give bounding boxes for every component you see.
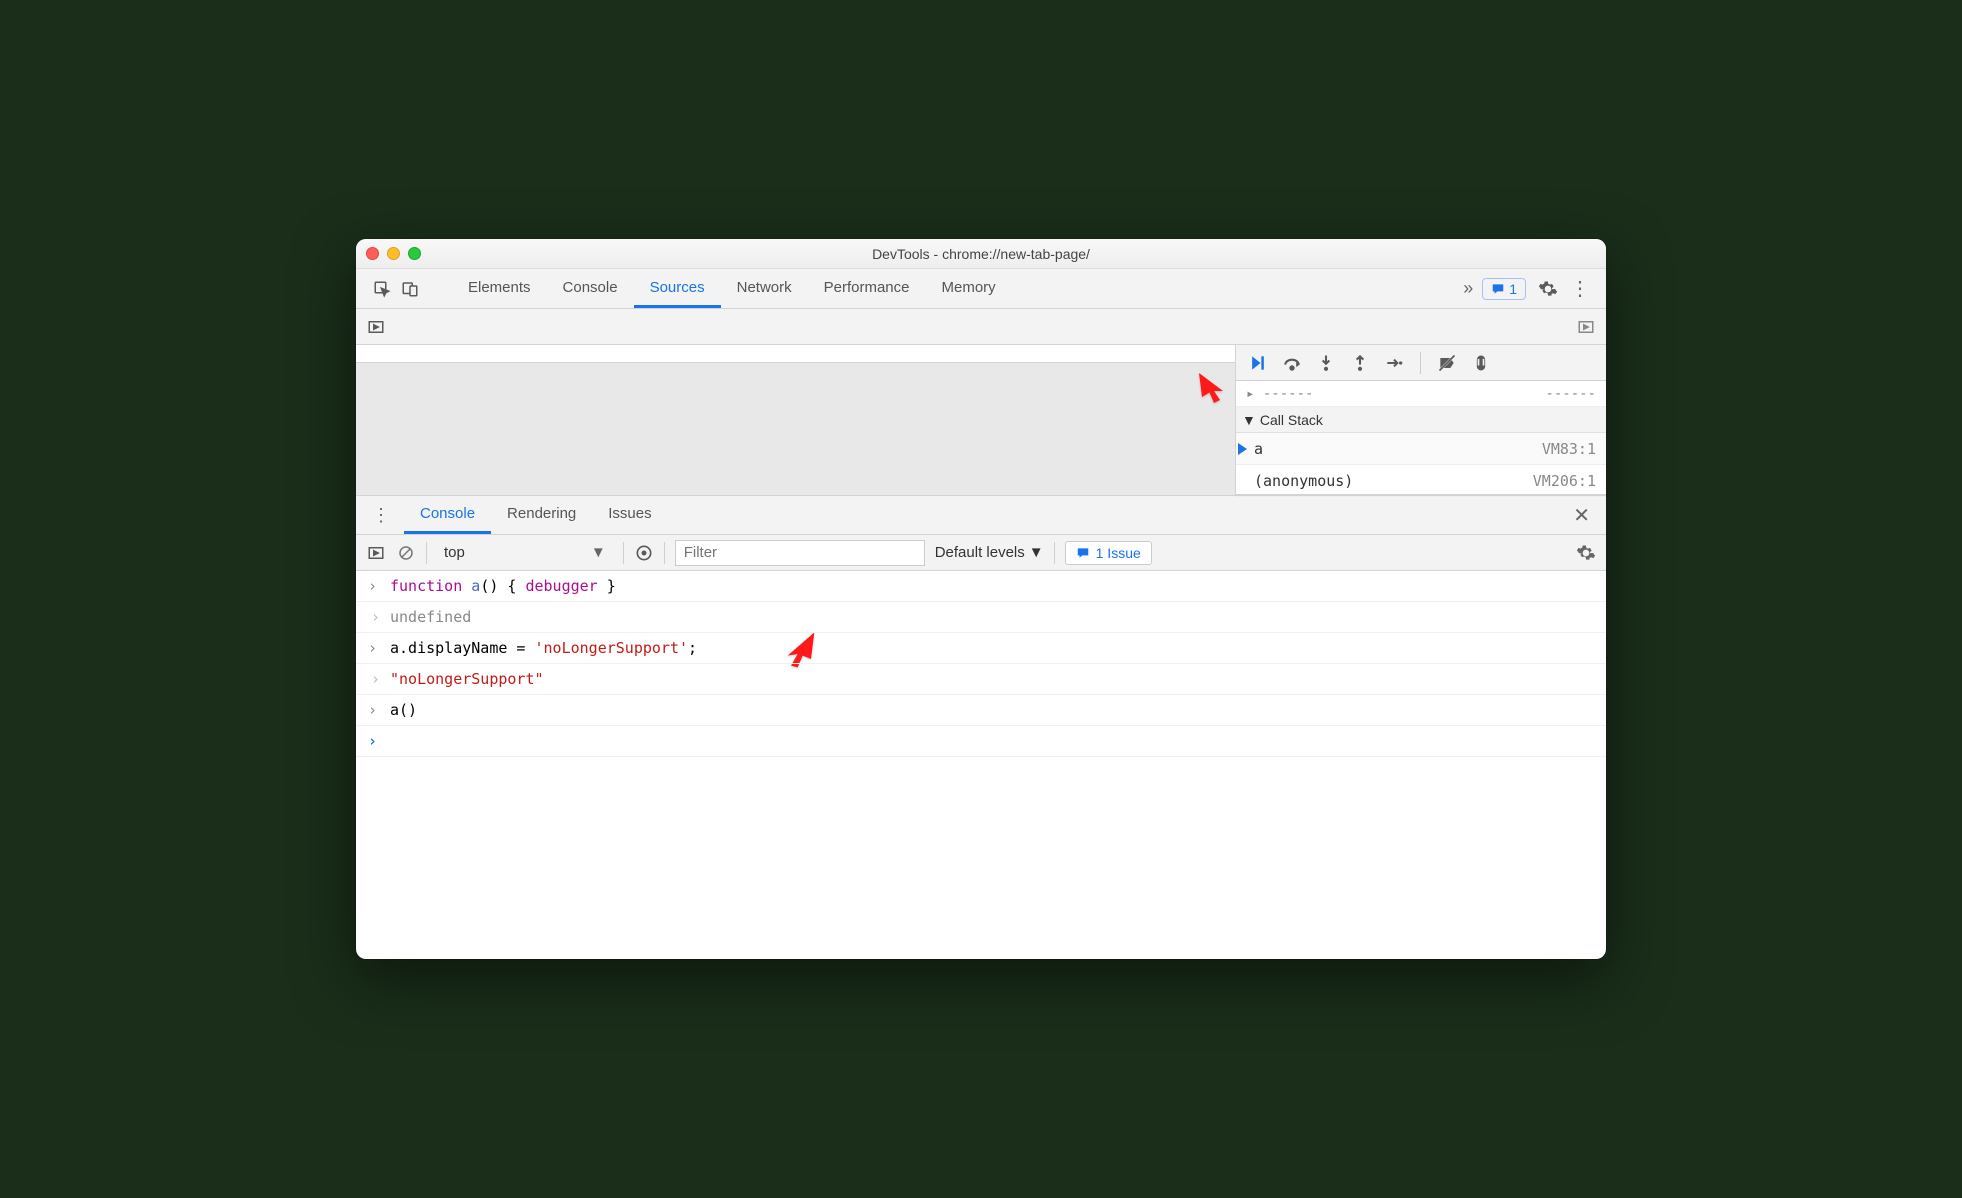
console-line-output: ‹undefined: [356, 602, 1606, 633]
device-toggle-icon[interactable]: [400, 279, 420, 299]
drawer-tab-issues[interactable]: Issues: [592, 496, 667, 534]
log-levels-selector[interactable]: Default levels ▼: [935, 544, 1044, 561]
tab-performance[interactable]: Performance: [808, 269, 926, 308]
live-expression-icon[interactable]: [634, 543, 654, 563]
console-line-input: ›a.displayName = 'noLongerSupport';: [356, 633, 1606, 664]
pause-exceptions-icon[interactable]: [1471, 353, 1491, 373]
kebab-menu-icon[interactable]: ⋮: [1570, 279, 1590, 299]
call-stack-header[interactable]: ▼ Call Stack: [1236, 407, 1606, 433]
console-line-output: ‹"noLongerSupport": [356, 664, 1606, 695]
context-label: top: [444, 544, 465, 561]
drawer-menu-icon[interactable]: ⋮: [362, 505, 400, 526]
deactivate-breakpoints-icon[interactable]: [1437, 353, 1457, 373]
debugger-pane: ▸ ------------ ▼ Call Stack aVM83:1(anon…: [1236, 345, 1606, 495]
step-into-icon[interactable]: [1316, 353, 1336, 373]
step-out-icon[interactable]: [1350, 353, 1370, 373]
main-tabbar: ElementsConsoleSourcesNetworkPerformance…: [356, 269, 1606, 309]
tab-network[interactable]: Network: [721, 269, 808, 308]
console-line-prompt[interactable]: ›: [356, 726, 1606, 757]
tab-sources[interactable]: Sources: [634, 269, 721, 308]
more-tabs-icon[interactable]: »: [1458, 279, 1478, 299]
context-selector[interactable]: top ▼: [437, 540, 613, 565]
inspect-element-icon[interactable]: [372, 279, 392, 299]
call-stack-frame[interactable]: aVM83:1: [1236, 433, 1606, 465]
close-drawer-icon[interactable]: ✕: [1563, 503, 1600, 528]
tab-console[interactable]: Console: [547, 269, 634, 308]
console-settings-icon[interactable]: [1576, 543, 1596, 563]
sources-area: ▸ ------------ ▼ Call Stack aVM83:1(anon…: [356, 345, 1606, 495]
drawer-tab-rendering[interactable]: Rendering: [491, 496, 592, 534]
tab-memory[interactable]: Memory: [926, 269, 1012, 308]
issues-badge[interactable]: 1: [1482, 278, 1526, 300]
console-line-input: ›a(): [356, 695, 1606, 726]
issues-button[interactable]: 1 Issue: [1065, 541, 1152, 565]
filter-input[interactable]: [675, 540, 925, 566]
sources-sub-toolbar: [356, 309, 1606, 345]
debugger-toggle-icon[interactable]: [1576, 317, 1596, 337]
console-toolbar: top ▼ Default levels ▼ 1 Issue: [356, 535, 1606, 571]
call-stack-label: Call Stack: [1260, 412, 1323, 428]
drawer-tabbar: ⋮ ConsoleRenderingIssues ✕: [356, 495, 1606, 535]
resume-icon[interactable]: [1248, 353, 1268, 373]
step-icon[interactable]: [1384, 353, 1404, 373]
issues-button-label: 1 Issue: [1096, 545, 1141, 561]
drawer-tab-console[interactable]: Console: [404, 496, 491, 534]
clear-console-icon[interactable]: [396, 543, 416, 563]
console-body[interactable]: ›function a() { debugger }‹undefined›a.d…: [356, 571, 1606, 959]
console-sidebar-toggle-icon[interactable]: [366, 543, 386, 563]
titlebar: DevTools - chrome://new-tab-page/: [356, 239, 1606, 269]
console-line-input: ›function a() { debugger }: [356, 571, 1606, 602]
settings-icon[interactable]: [1538, 279, 1558, 299]
main-tabs: ElementsConsoleSourcesNetworkPerformance…: [452, 269, 1454, 308]
tab-elements[interactable]: Elements: [452, 269, 547, 308]
levels-label: Default levels: [935, 544, 1025, 561]
window-title: DevTools - chrome://new-tab-page/: [356, 246, 1606, 262]
step-over-icon[interactable]: [1282, 353, 1302, 373]
navigator-toggle-icon[interactable]: [366, 317, 386, 337]
issues-count: 1: [1509, 281, 1517, 297]
debugger-toolbar: [1236, 345, 1606, 381]
annotation-arrow-callstack: [1193, 367, 1229, 409]
scope-row[interactable]: ▸ ------------: [1236, 381, 1606, 407]
sources-editor-pane[interactable]: [356, 345, 1236, 495]
call-stack-frame[interactable]: (anonymous)VM206:1: [1236, 465, 1606, 497]
